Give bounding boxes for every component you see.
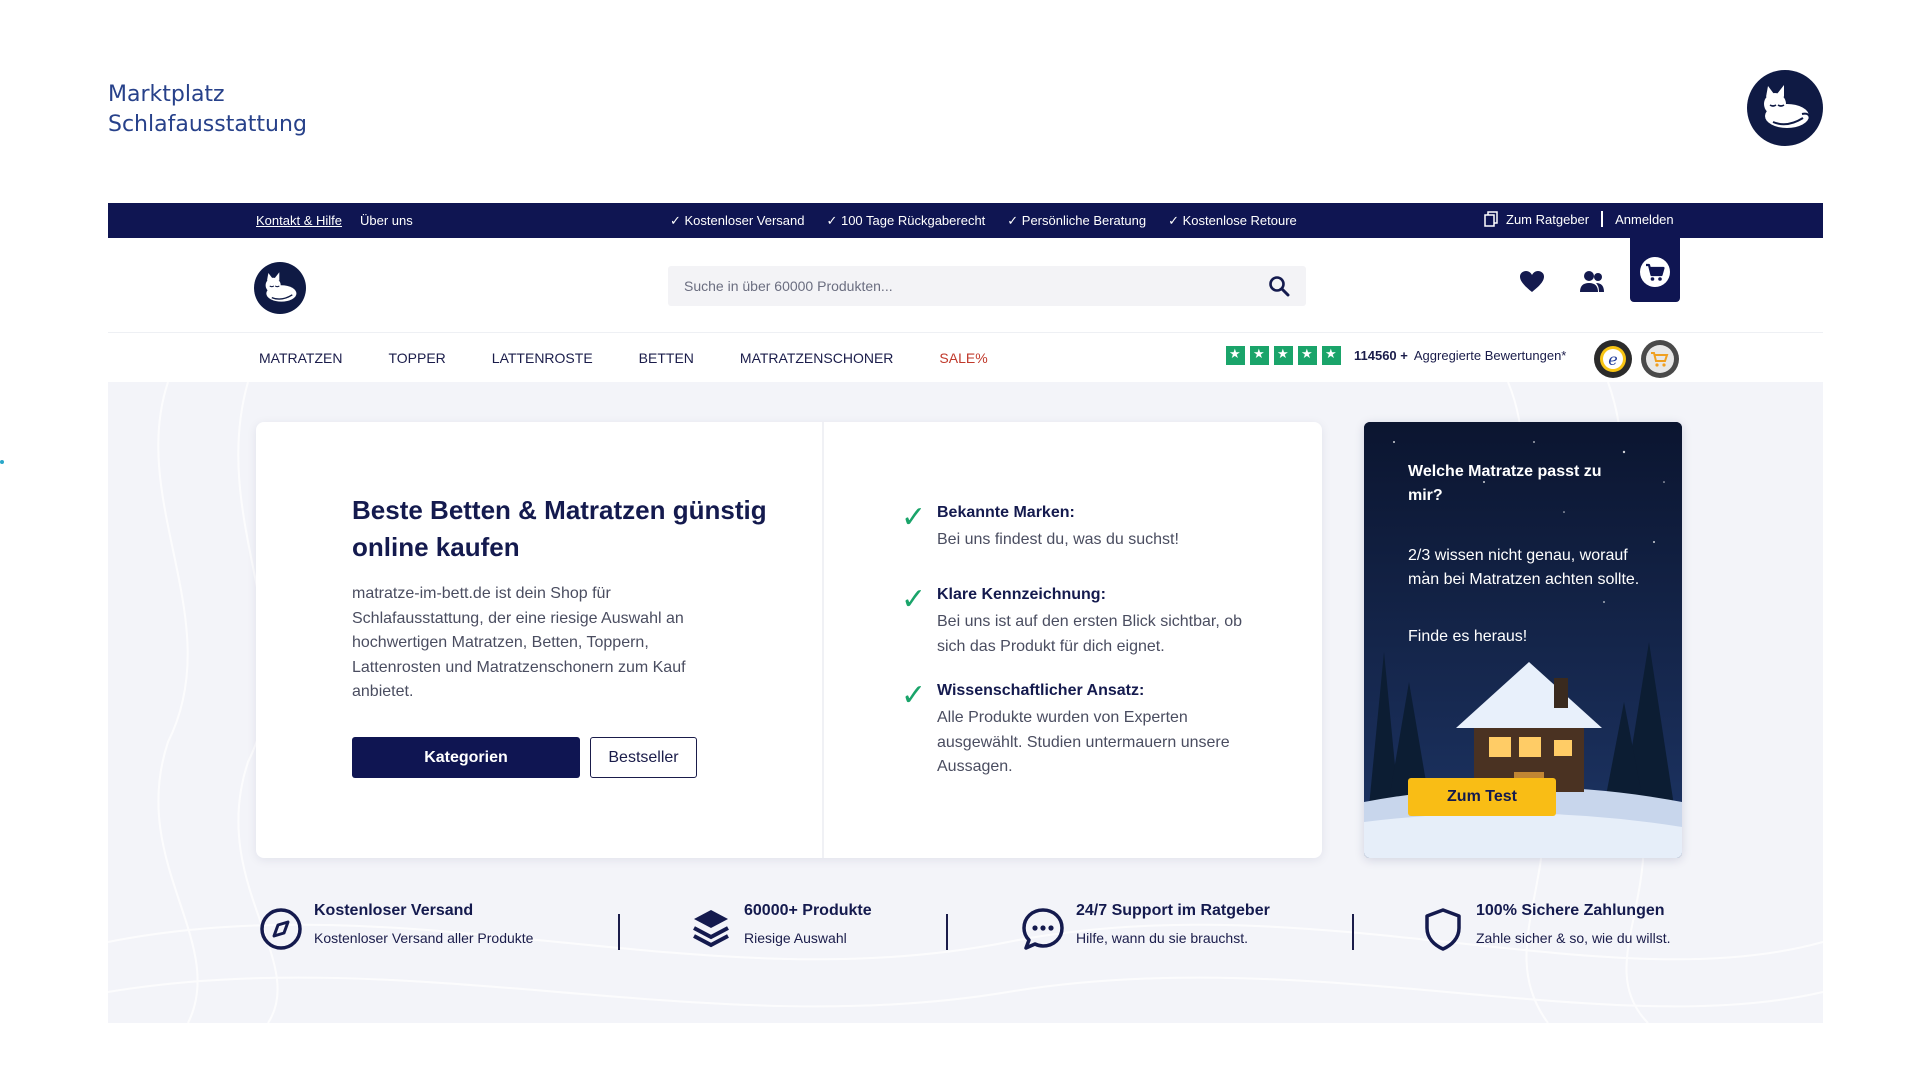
feature-desc: Alle Produkte wurden von Experten ausgew…	[937, 709, 1230, 775]
usp-desc: Zahle sicher & so, wie du willst.	[1476, 930, 1671, 946]
usp-desc: Hilfe, wann du sie brauchst.	[1076, 930, 1248, 946]
usp-title: 24/7 Support im Ratgeber	[1076, 902, 1270, 919]
checkmark-icon: ✓	[901, 678, 927, 713]
usp-divider	[946, 914, 948, 950]
chat-icon	[1022, 908, 1064, 950]
search-icon[interactable]	[1268, 275, 1290, 297]
trust-badge-icon[interactable]: e	[1593, 339, 1633, 379]
site-header: Suche in über 60000 Produkten...	[108, 238, 1823, 332]
checkmark-icon: ✓	[901, 500, 927, 535]
star-icon	[1274, 346, 1293, 365]
about-link[interactable]: Über uns	[360, 213, 413, 228]
categories-button[interactable]: Kategorien	[352, 737, 580, 778]
site-frame: Kontakt & Hilfe Über uns ✓ Kostenloser V…	[108, 203, 1823, 1023]
bestseller-button[interactable]: Bestseller	[590, 737, 697, 778]
svg-text:e: e	[1608, 350, 1617, 369]
compass-icon	[260, 908, 302, 950]
brand-title-line1: Marktplatz	[108, 82, 225, 107]
rating-summary[interactable]: 114560 + Aggregierte Bewertungen*	[1226, 346, 1566, 365]
star-icon	[1322, 346, 1341, 365]
hero-section: Beste Betten & Matratzen günstig online …	[108, 382, 1823, 1023]
rating-label: Aggregierte Bewertungen*	[1413, 348, 1567, 363]
nav-item-betten[interactable]: BETTEN	[639, 350, 694, 366]
usp-desc: Kostenloser Versand aller Produkte	[314, 930, 534, 946]
promo-body-secondary: Finde es heraus!	[1408, 628, 1528, 645]
checkmark-icon: ✓	[901, 582, 927, 617]
promo-title: Welche Matratze passt zu mir?	[1408, 463, 1602, 504]
header-logo-icon[interactable]	[254, 262, 306, 314]
login-link[interactable]: Anmelden	[1615, 212, 1674, 227]
nav-item-topper[interactable]: TOPPER	[388, 350, 445, 366]
top-bar: Kontakt & Hilfe Über uns ✓ Kostenloser V…	[108, 203, 1823, 238]
nav-item-matratzenschoner[interactable]: MATRATZENSCHONER	[740, 350, 893, 366]
quiz-start-button[interactable]: Zum Test	[1408, 778, 1556, 816]
star-icon	[1250, 346, 1269, 365]
mattress-quiz-banner[interactable]: Welche Matratze passt zu mir? 2/3 wissen…	[1364, 422, 1682, 858]
copy-icon	[1484, 211, 1498, 227]
hero-card: Beste Betten & Matratzen günstig online …	[256, 422, 1322, 858]
promo-body: 2/3 wissen nicht genau, worauf man bei M…	[1408, 547, 1640, 588]
edge-marker	[0, 460, 4, 464]
feature-title: Klare Kennzeichnung:	[937, 586, 1106, 603]
usp-desc: Riesige Auswahl	[744, 930, 847, 946]
topbar-usp: ✓ Kostenloser Versand	[670, 213, 805, 228]
star-icon	[1226, 346, 1245, 365]
usp-row: Kostenloser Versand Kostenloser Versand …	[108, 902, 1823, 982]
search-input[interactable]: Suche in über 60000 Produkten...	[668, 266, 1306, 306]
hero-description: matratze-im-bett.de ist dein Shop für Sc…	[352, 585, 686, 700]
topbar-usp: ✓ Persönliche Beratung	[1007, 213, 1147, 228]
usp-divider	[618, 914, 620, 950]
cart-button[interactable]	[1630, 238, 1680, 302]
search-placeholder: Suche in über 60000 Produkten...	[684, 278, 893, 294]
rating-count: 114560 +	[1354, 348, 1408, 363]
topbar-usp-list: ✓ Kostenloser Versand ✓ 100 Tage Rückgab…	[670, 213, 1297, 229]
topbar-divider	[1601, 211, 1604, 227]
users-icon[interactable]	[1578, 268, 1606, 296]
feature-title: Bekannte Marken:	[937, 504, 1075, 521]
layers-icon	[693, 910, 729, 948]
star-icon	[1298, 346, 1317, 365]
brand-title-line2: Schlafausstattung	[108, 112, 307, 137]
card-divider	[822, 422, 824, 858]
usp-title: 60000+ Produkte	[744, 902, 872, 919]
cat-logo-icon	[1747, 70, 1823, 146]
heart-icon[interactable]	[1518, 268, 1546, 296]
hero-title: Beste Betten & Matratzen günstig online …	[352, 495, 767, 562]
ratgeber-link[interactable]: Zum Ratgeber	[1506, 212, 1589, 227]
main-nav: MATRATZEN TOPPER LATTENROSTE BETTEN MATR…	[108, 332, 1823, 382]
usp-title: 100% Sichere Zahlungen	[1476, 902, 1665, 919]
shield-icon	[1425, 908, 1461, 951]
feature-desc: Bei uns ist auf den ersten Blick sichtba…	[937, 613, 1243, 655]
contact-help-link[interactable]: Kontakt & Hilfe	[256, 213, 342, 228]
cart-icon	[1640, 257, 1670, 287]
topbar-usp: ✓ Kostenlose Retoure	[1168, 213, 1297, 228]
nav-item-sale[interactable]: SALE%	[939, 350, 987, 366]
feature-title: Wissenschaftlicher Ansatz:	[937, 682, 1145, 699]
nav-item-lattenroste[interactable]: LATTENROSTE	[492, 350, 593, 366]
nav-item-matratzen[interactable]: MATRATZEN	[259, 350, 342, 366]
topbar-usp: ✓ 100 Tage Rückgaberecht	[826, 213, 986, 228]
usp-divider	[1352, 914, 1354, 950]
usp-title: Kostenloser Versand	[314, 902, 474, 919]
feature-desc: Bei uns findest du, was du suchst!	[937, 531, 1179, 548]
brand-title: Marktplatz Schlafausstattung	[108, 80, 307, 140]
shop-award-icon[interactable]	[1640, 339, 1680, 379]
